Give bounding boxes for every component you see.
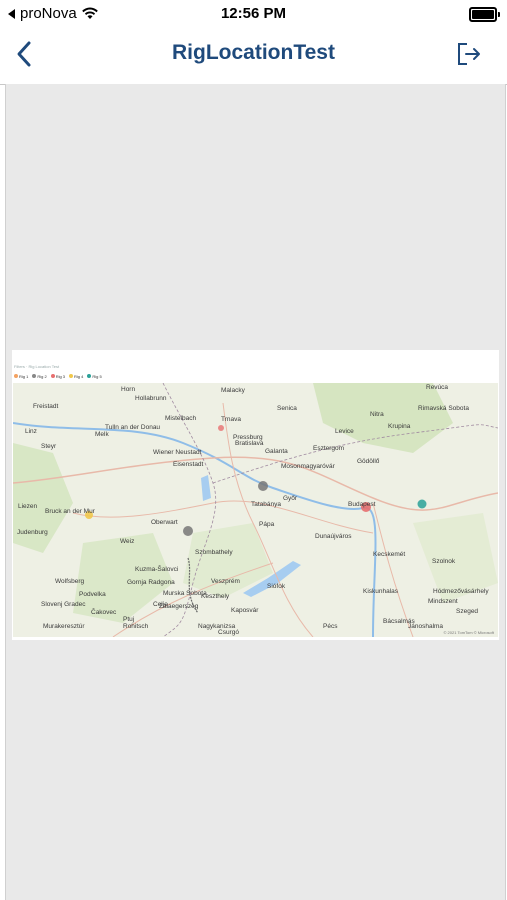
map-attribution: © 2021 TomTom © Microsoft bbox=[443, 630, 494, 635]
map-place-label: Nitra bbox=[370, 411, 384, 418]
legend-item: Rig 3 bbox=[50, 374, 66, 379]
map-place-label: Horn bbox=[121, 386, 136, 393]
report-header: Filters · Rig Location Test bbox=[14, 364, 60, 369]
map-place-label: Ptuj bbox=[123, 616, 135, 623]
map-place-label: Murakeresztúr bbox=[43, 623, 85, 630]
map-place-label: Jánoshalma bbox=[408, 623, 444, 630]
map-place-label: Pápa bbox=[259, 521, 275, 528]
map-place-label: Wiener Neustadt bbox=[153, 449, 202, 456]
map-visual[interactable]: Horn Hollabrunn Malacky Revúca Freistadt Rima… bbox=[13, 383, 498, 637]
legend-dot-icon bbox=[14, 374, 18, 378]
map-place-label: Szeged bbox=[456, 608, 479, 615]
map-place-label: Oberwart bbox=[151, 519, 178, 526]
map-place-label: Steyr bbox=[41, 443, 57, 450]
map-place-label: Freistadt bbox=[33, 403, 59, 410]
legend-label: Rig 2 bbox=[37, 374, 47, 379]
map-place-label: Celje bbox=[153, 601, 168, 608]
map-place-label: Szolnok bbox=[432, 558, 456, 565]
status-time: 12:56 PM bbox=[220, 5, 287, 22]
map-place-label: Pécs bbox=[323, 623, 338, 630]
map-place-label: Mindszent bbox=[428, 598, 458, 605]
map-place-label: Rohitsch bbox=[123, 623, 149, 630]
logout-button[interactable] bbox=[455, 40, 483, 68]
map-place-label: Pressburg bbox=[233, 434, 263, 441]
map-place-label: Senica bbox=[277, 405, 297, 412]
legend-item: Rig 1 bbox=[14, 374, 28, 379]
map-place-label: Kaposvár bbox=[231, 607, 259, 614]
map-place-label: Wolfsberg bbox=[55, 578, 85, 585]
legend-item: Rig 2 bbox=[32, 374, 47, 379]
map-place-label: Judenburg bbox=[17, 529, 48, 536]
map-place-label: Levice bbox=[335, 428, 354, 435]
map-place-label: Veszprém bbox=[211, 578, 240, 585]
logout-icon bbox=[458, 43, 480, 65]
map-place-label: Liezen bbox=[18, 503, 38, 510]
legend-label: Rig 5 bbox=[92, 374, 102, 379]
map-place-label: Gornja Radgona bbox=[127, 579, 175, 586]
status-bar: proNova 12:56 PM bbox=[0, 0, 507, 28]
map-place-label: Dunaújváros bbox=[315, 533, 352, 540]
map-place-label: Mosonmagyaróvár bbox=[281, 463, 335, 470]
map-place-label: Eisenstadt bbox=[173, 461, 204, 468]
map-place-label: Siófok bbox=[267, 583, 286, 590]
map-place-label: Gödöllő bbox=[357, 458, 380, 465]
map-place-label: Esztergom bbox=[313, 445, 345, 452]
map-place-label: Malacky bbox=[221, 387, 245, 394]
legend-dot-icon bbox=[50, 374, 55, 378]
map-place-label: Rimavská Sobota bbox=[418, 405, 469, 412]
battery-icon bbox=[469, 7, 500, 22]
map-place-label: Mistelbach bbox=[165, 415, 197, 422]
legend-label: Rig 3 bbox=[55, 374, 66, 379]
map-place-label: Tulln an der Donau bbox=[105, 424, 161, 431]
map-place-label: Szombathely bbox=[195, 549, 233, 556]
map-place-label: Trnava bbox=[221, 416, 241, 423]
map-place-label: Kuzma-Šalovci bbox=[135, 566, 179, 573]
legend-item: Rig 5 bbox=[87, 374, 102, 379]
map-place-label: Bratislava bbox=[235, 440, 264, 447]
map-place-label: Keszthely bbox=[201, 593, 230, 600]
rig-marker[interactable] bbox=[417, 499, 427, 509]
map-place-label: Melk bbox=[95, 431, 109, 438]
map-place-label: Tatabánya bbox=[251, 501, 281, 508]
map-place-label: Krupina bbox=[388, 423, 411, 430]
map-place-label: Čakovec bbox=[91, 609, 117, 616]
legend-label: Rig 1 bbox=[19, 374, 29, 379]
map-place-label: Revúca bbox=[426, 384, 449, 391]
map-place-label: Galanta bbox=[265, 448, 288, 455]
map-place-label: Bruck an der Mur bbox=[45, 508, 95, 515]
map-place-label: Linz bbox=[25, 428, 37, 435]
map-place-label: Weiz bbox=[120, 538, 135, 545]
nav-bar: RigLocationTest bbox=[0, 28, 507, 85]
map-place-label: Hollabrunn bbox=[135, 395, 167, 402]
map-place-label: Kiskunhalas bbox=[363, 588, 399, 595]
page-title: RigLocationTest bbox=[172, 41, 335, 64]
map-place-label: Podvelka bbox=[79, 591, 106, 598]
legend-dot-icon bbox=[69, 374, 74, 378]
legend-dot-icon bbox=[32, 374, 37, 378]
report-viewer[interactable]: Filters · Rig Location Test Rig 1 Rig 2 Ri… bbox=[5, 84, 506, 900]
map-place-label: Győr bbox=[283, 495, 298, 502]
legend-label: Rig 4 bbox=[74, 374, 84, 379]
report-page: Filters · Rig Location Test Rig 1 Rig 2 Ri… bbox=[12, 350, 499, 640]
map-legend: Rig 1 Rig 2 Rig 3 Rig 4 Rig 5 bbox=[14, 374, 102, 379]
rig-marker[interactable] bbox=[183, 526, 193, 536]
map-place-label: Slovenj Gradec bbox=[41, 601, 86, 608]
legend-item: Rig 4 bbox=[69, 374, 83, 379]
map-place-label: Kecskemét bbox=[373, 551, 406, 558]
map-place-label: Hódmezővásárhely bbox=[433, 588, 489, 595]
rig-marker[interactable] bbox=[258, 481, 268, 491]
map-place-label: Csurgó bbox=[218, 629, 239, 636]
rig-marker[interactable] bbox=[218, 425, 224, 431]
map-place-label: Budapest bbox=[348, 501, 376, 508]
legend-dot-icon bbox=[87, 374, 92, 378]
